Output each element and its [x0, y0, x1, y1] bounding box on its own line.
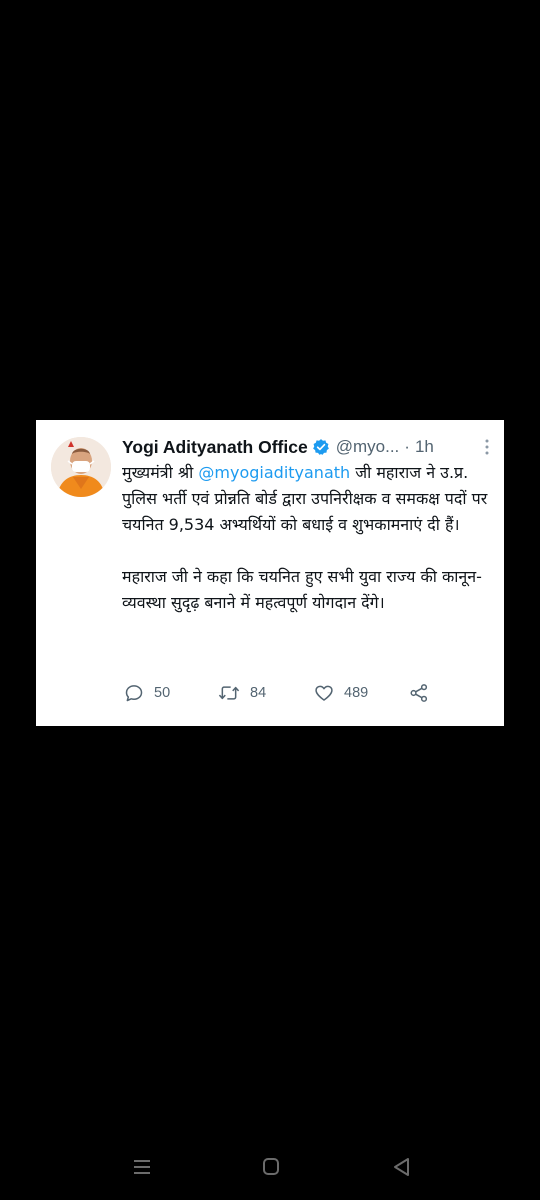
- reply-button[interactable]: 50: [124, 680, 170, 706]
- separator-dot: ·: [404, 437, 410, 456]
- verified-badge-icon: [312, 438, 330, 456]
- back-icon[interactable]: [387, 1153, 415, 1181]
- reply-icon: [124, 683, 144, 703]
- share-icon: [409, 683, 429, 703]
- phone-screen: Yogi Adityanath Office @myo... · 1h मुख्…: [0, 0, 540, 1200]
- author-handle[interactable]: @myo...: [336, 437, 400, 457]
- menu-icon[interactable]: [128, 1153, 156, 1181]
- avatar[interactable]: [51, 437, 111, 497]
- retweet-count: 84: [250, 685, 267, 701]
- like-button[interactable]: 489: [314, 680, 368, 706]
- tweet-body: मुख्यमंत्री श्री @myogiadityanath जी महा…: [122, 460, 490, 616]
- author-name[interactable]: Yogi Adityanath Office: [122, 437, 308, 458]
- tweet-paragraph-2: महाराज जी ने कहा कि चयनित हुए सभी युवा र…: [122, 567, 482, 612]
- home-icon[interactable]: [257, 1153, 285, 1181]
- more-vertical-icon[interactable]: [484, 438, 490, 456]
- retweet-icon: [218, 683, 240, 703]
- tweet-card[interactable]: Yogi Adityanath Office @myo... · 1h मुख्…: [36, 420, 504, 726]
- retweet-button[interactable]: 84: [218, 680, 266, 706]
- mention-link[interactable]: @myogiadityanath: [198, 463, 350, 482]
- tweet-header: Yogi Adityanath Office @myo... · 1h: [122, 434, 490, 460]
- like-count: 489: [344, 685, 369, 701]
- tweet-actions: 50 84 489: [122, 680, 482, 706]
- reply-count: 50: [154, 685, 171, 701]
- share-button[interactable]: [409, 680, 429, 706]
- avatar-image: [51, 437, 111, 497]
- heart-icon: [314, 683, 334, 703]
- tweet-timestamp[interactable]: 1h: [415, 437, 434, 457]
- system-navigation-bar: [0, 1145, 540, 1189]
- tweet-text-part: मुख्यमंत्री श्री: [122, 463, 199, 482]
- tweet-paragraph-1: मुख्यमंत्री श्री @myogiadityanath जी महा…: [122, 460, 490, 538]
